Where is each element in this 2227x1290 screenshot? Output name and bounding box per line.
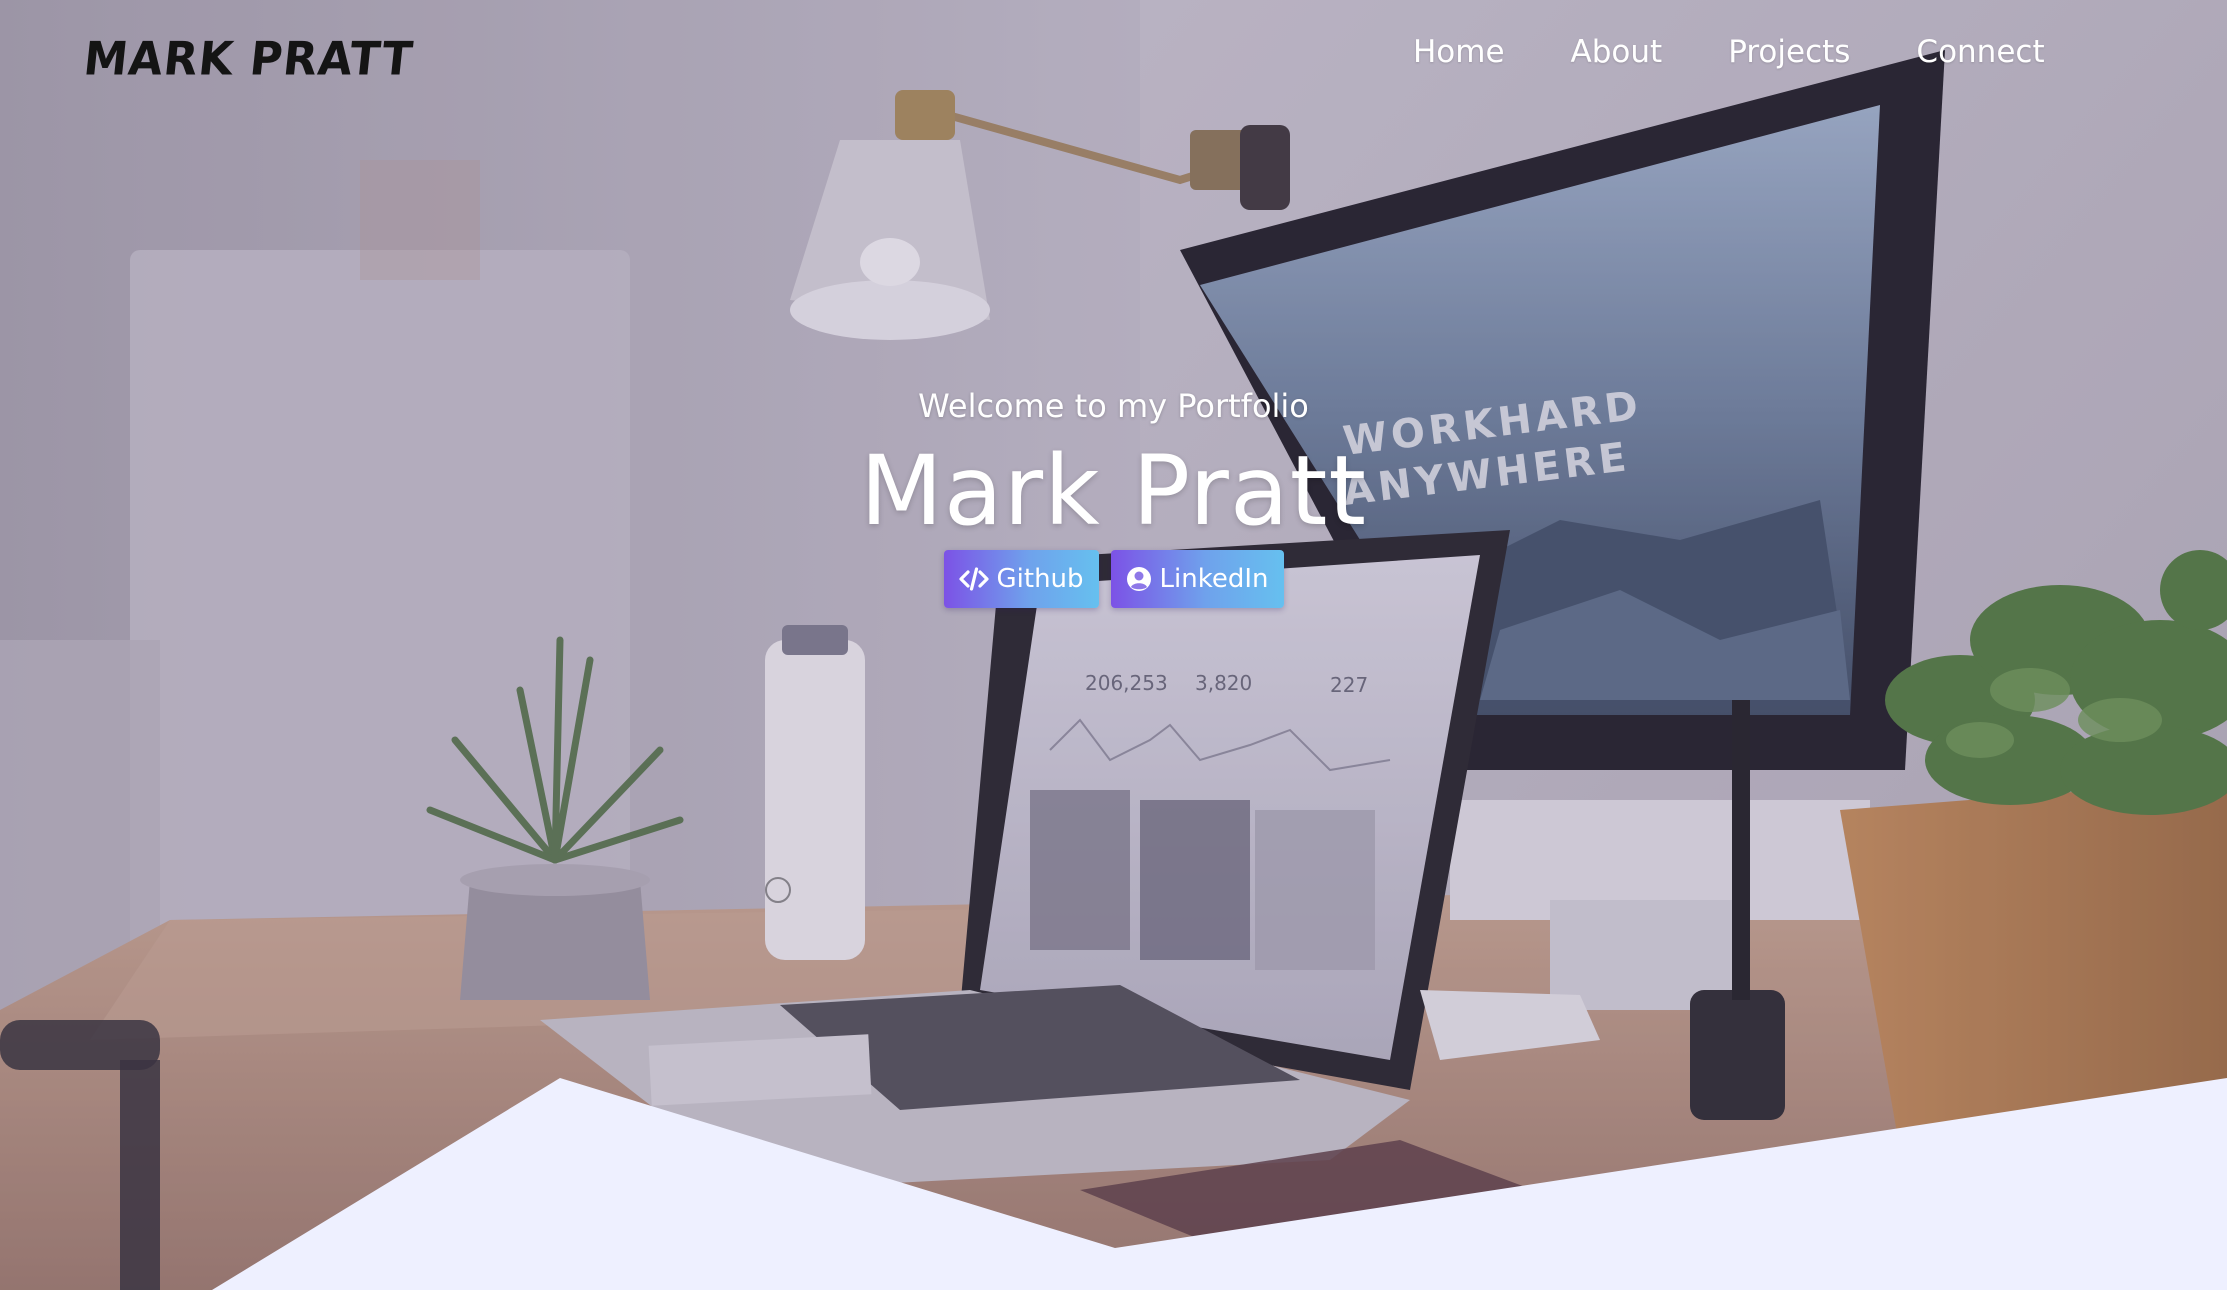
bottom-wave-divider [212,1078,2227,1290]
page: WORKHARD ANYWHERE 206,253 3,820 227 MARK… [0,0,2227,1290]
